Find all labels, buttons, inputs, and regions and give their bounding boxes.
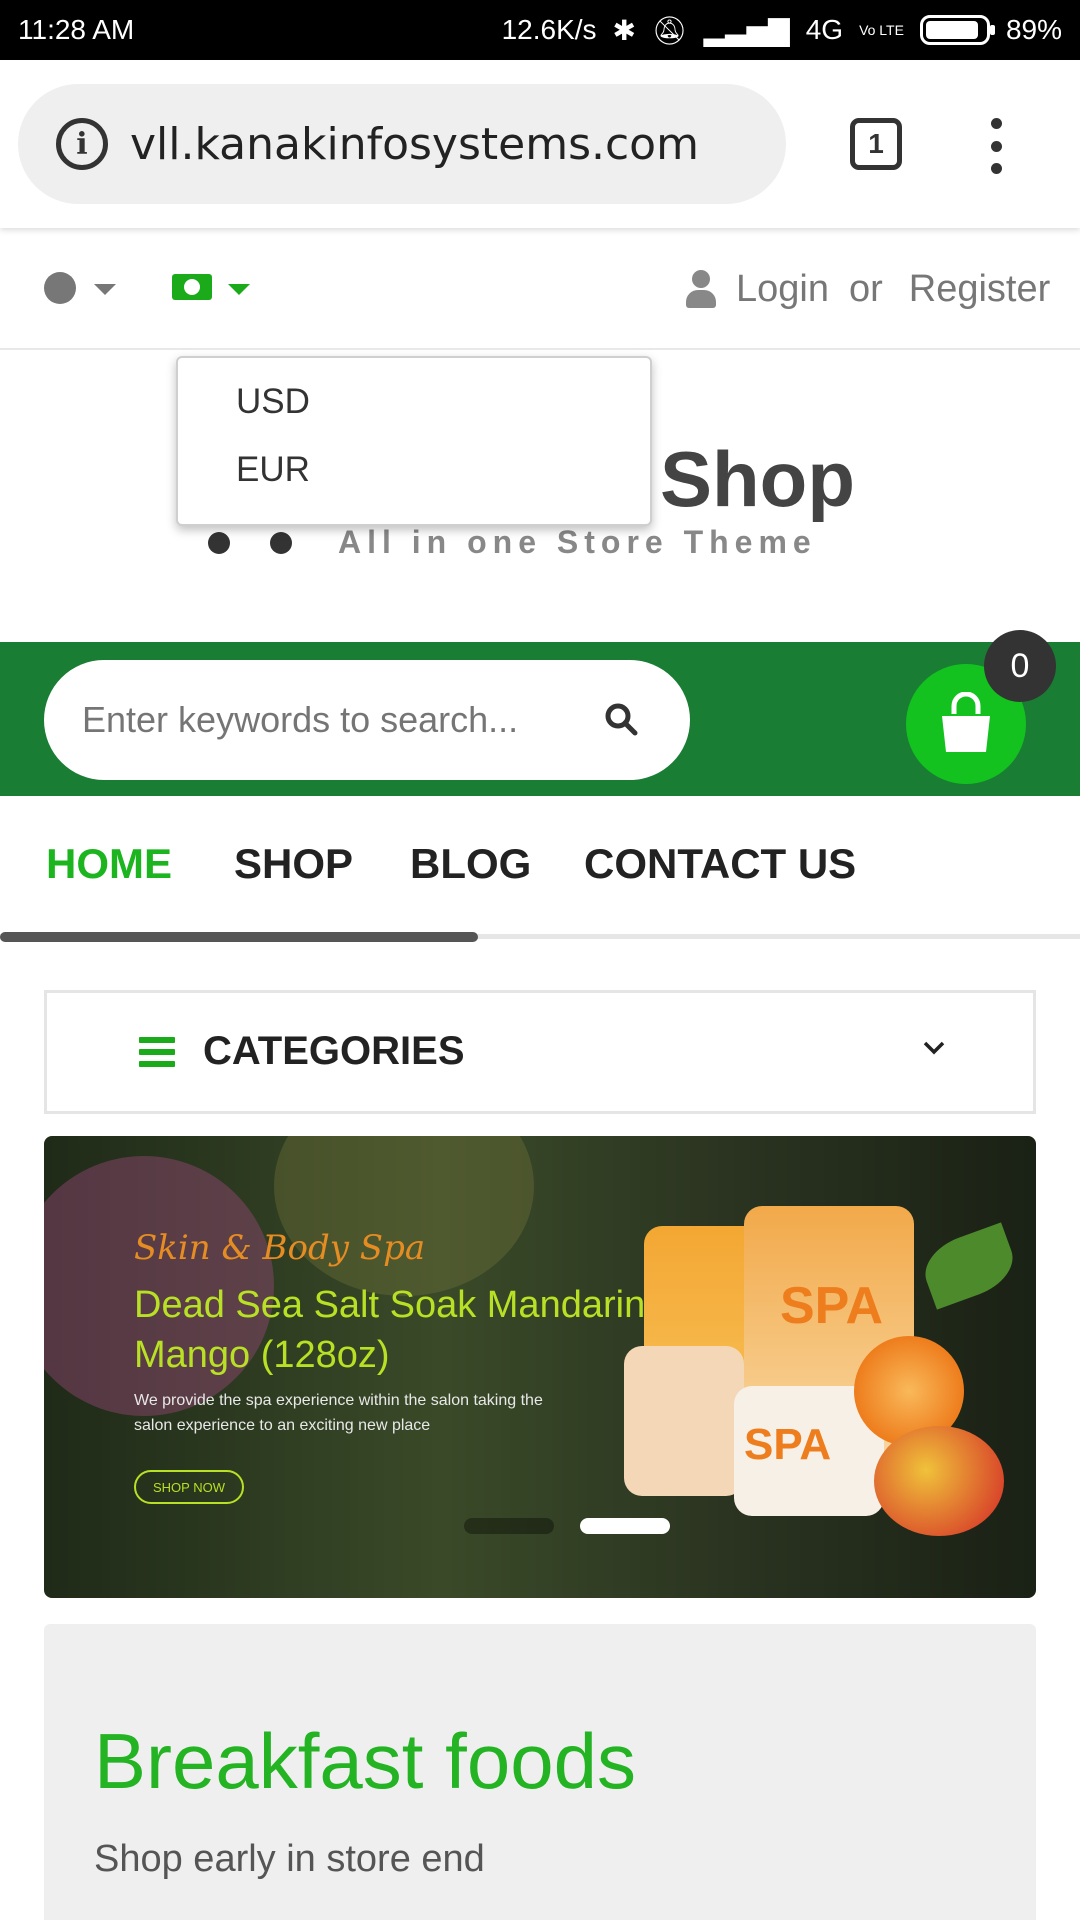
promo-card[interactable]: Breakfast foods Shop early in store end <box>44 1624 1036 1920</box>
product-brand-label: SPA <box>744 1420 832 1469</box>
currency-dropdown: USD EUR <box>176 356 652 526</box>
signal-icon: ▂▃▅▇ <box>703 14 790 46</box>
currency-icon[interactable] <box>172 274 212 300</box>
banner-headline: Dead Sea Salt Soak Mandarin Mango (128oz… <box>134 1284 646 1376</box>
chevron-down-icon <box>923 1041 945 1055</box>
cart-count-badge: 0 <box>984 630 1056 702</box>
mute-icon: 🔕︎ <box>652 14 688 46</box>
shopping-bag-icon <box>942 692 990 752</box>
user-icon <box>686 270 716 308</box>
network-speed: 12.6K/s <box>501 14 597 45</box>
register-link[interactable]: Register <box>909 268 1051 310</box>
browser-menu-icon[interactable] <box>985 118 1007 174</box>
status-indicators: 12.6K/s ✱ 🔕︎ ▂▃▅▇ 4G Vo LTE 89% <box>502 14 1062 47</box>
currency-option-usd[interactable]: USD <box>236 382 650 450</box>
product-brand-label: SPA <box>780 1277 884 1335</box>
shop-now-button[interactable]: SHOP NOW <box>134 1470 244 1504</box>
mango-fruit-image <box>874 1426 1004 1536</box>
logo-cart-wheels <box>208 532 292 554</box>
carousel-dot-2[interactable] <box>580 1518 670 1534</box>
promo-subtitle: Shop early in store end <box>94 1838 485 1880</box>
hero-banner[interactable]: Skin & Body Spa Dead Sea Salt Soak Manda… <box>44 1136 1036 1598</box>
login-link[interactable]: Login <box>736 268 829 310</box>
address-bar[interactable]: i vll.kanakinfosystems.com <box>18 84 786 204</box>
battery-icon <box>919 15 995 45</box>
currency-caret-icon[interactable] <box>228 284 250 295</box>
network-type: 4G <box>805 14 844 45</box>
main-nav: HOME SHOP BLOG CONTACT US <box>0 796 1080 936</box>
globe-icon[interactable] <box>44 272 76 304</box>
language-caret-icon[interactable] <box>94 284 116 295</box>
site-top-bar: Login or Register <box>0 230 1080 350</box>
info-icon[interactable]: i <box>56 118 108 170</box>
categories-label: CATEGORIES <box>203 1029 465 1073</box>
carousel-indicators <box>464 1518 670 1534</box>
or-text: or <box>848 268 883 310</box>
leaf-decoration <box>916 1222 1022 1310</box>
nav-contact-us[interactable]: CONTACT US <box>584 840 856 888</box>
nav-shop[interactable]: SHOP <box>234 840 353 888</box>
promo-title: Breakfast foods <box>94 1717 636 1805</box>
status-time: 11:28 AM <box>18 14 135 45</box>
categories-toggle[interactable]: CATEGORIES <box>44 990 1036 1114</box>
background-decoration <box>274 1136 534 1296</box>
currency-option-eur[interactable]: EUR <box>236 450 650 518</box>
nav-home[interactable]: HOME <box>46 840 172 888</box>
logo-subtitle: All in one Store Theme <box>338 524 817 560</box>
nav-scrollbar[interactable] <box>0 932 478 942</box>
nav-blog[interactable]: BLOG <box>410 840 531 888</box>
battery-percent: 89% <box>1005 14 1062 45</box>
search-bar-section <box>0 642 1080 796</box>
banner-tagline: Skin & Body Spa <box>134 1228 426 1268</box>
search-box[interactable] <box>44 660 690 780</box>
account-links: Login or Register <box>736 268 1050 311</box>
bluetooth-icon: ✱ <box>612 14 637 46</box>
banner-description: We provide the spa experience within the… <box>134 1392 543 1434</box>
tab-switcher-button[interactable]: 1 <box>850 118 902 170</box>
url-text[interactable]: vll.kanakinfosystems.com <box>130 119 699 170</box>
menu-icon <box>139 1037 175 1067</box>
search-input[interactable] <box>82 699 562 741</box>
product-jar <box>624 1346 744 1496</box>
carousel-dot-1[interactable] <box>464 1518 554 1534</box>
browser-toolbar: i vll.kanakinfosystems.com 1 <box>0 60 1080 228</box>
logo-text: Shop <box>660 435 855 523</box>
search-icon[interactable] <box>604 702 638 736</box>
status-bar: 11:28 AM 12.6K/s ✱ 🔕︎ ▂▃▅▇ 4G Vo LTE 89% <box>0 0 1080 60</box>
volte-badge: Vo LTE <box>859 22 904 38</box>
